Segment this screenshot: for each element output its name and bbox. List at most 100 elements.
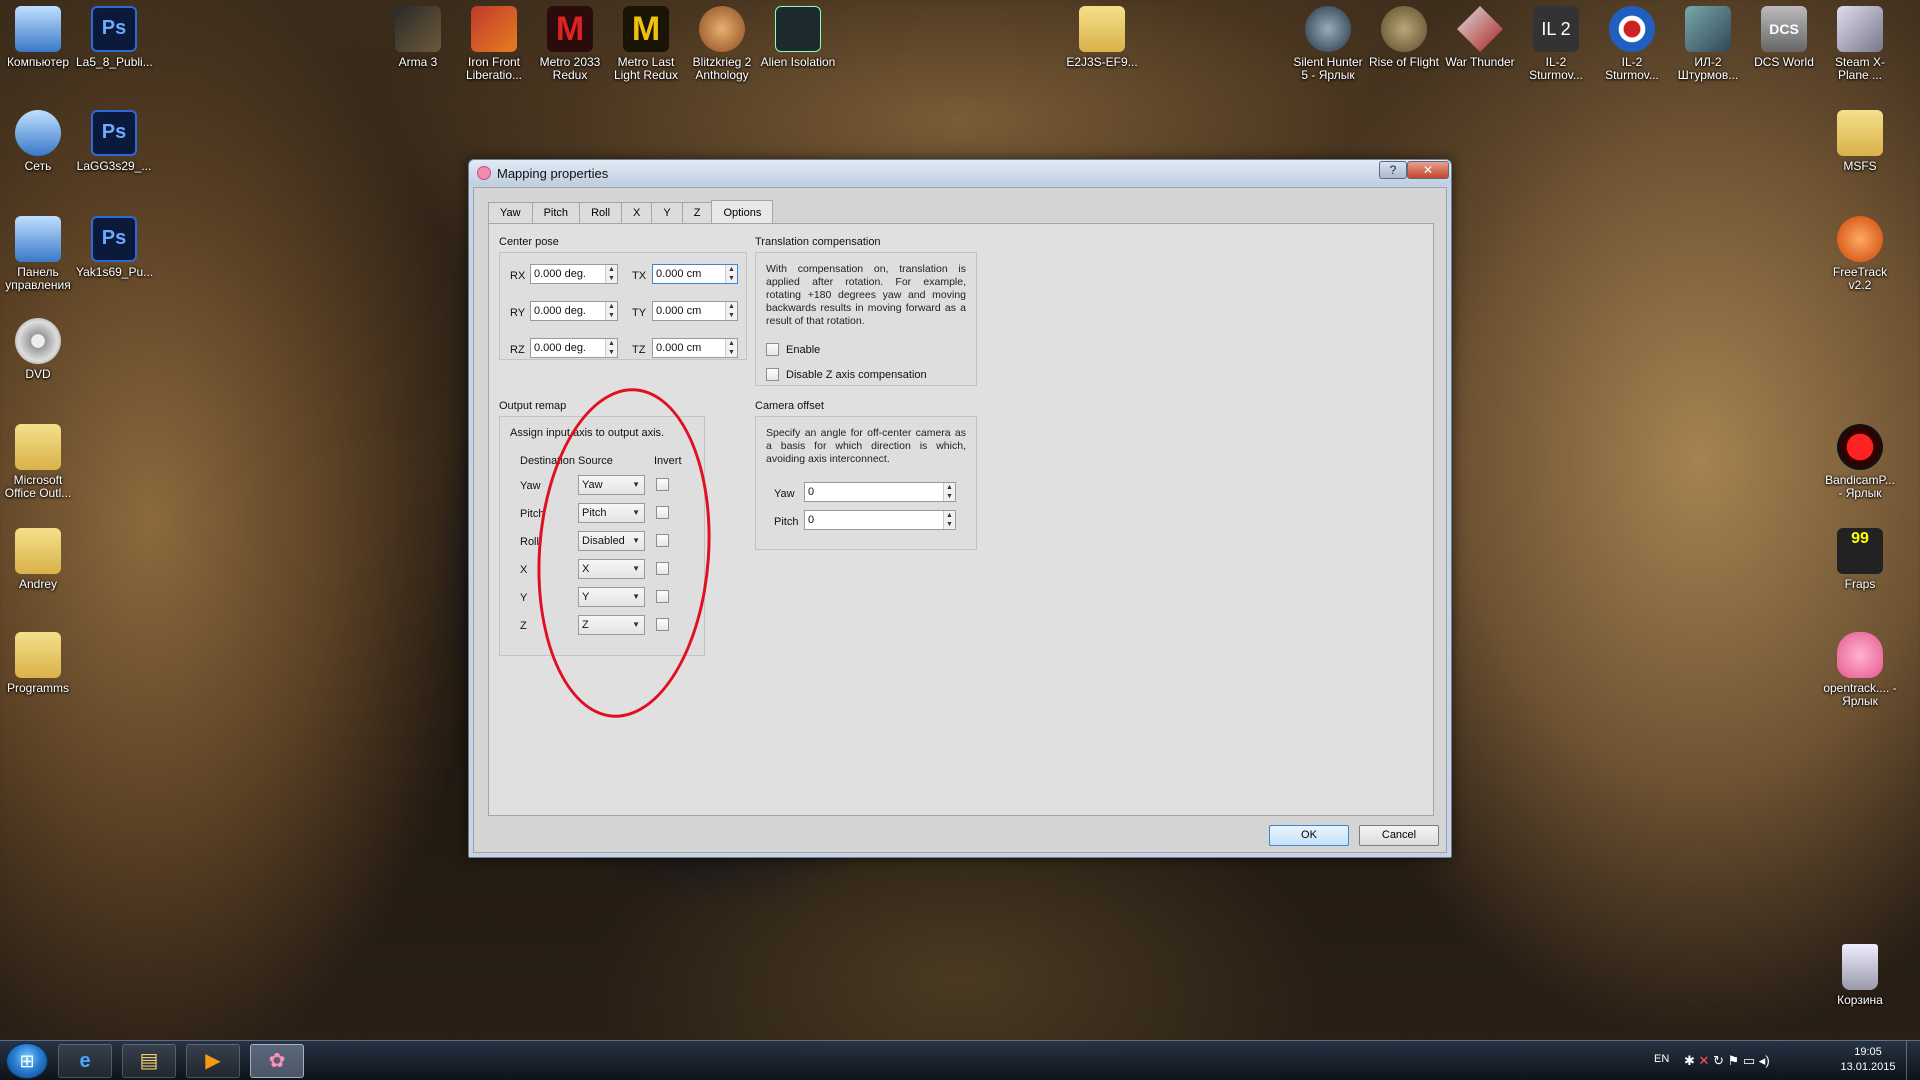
desktop-icon-msfs[interactable]: MSFS [1822, 110, 1898, 173]
desktop-icon-computer[interactable]: Компьютер [0, 6, 76, 69]
show-desktop-button[interactable] [1906, 1041, 1920, 1080]
desktop-icon-war-thunder[interactable]: War Thunder [1442, 6, 1518, 69]
rx-spinbox[interactable]: 0.000 deg. ▲ ▼ [530, 264, 618, 284]
desktop-icon-label: Andrey [18, 577, 58, 591]
desktop-icon-lagg3-psd[interactable]: Ps LaGG3s29_... [76, 110, 152, 173]
spin-arrows-icon[interactable]: ▲ ▼ [943, 511, 955, 529]
volume-icon[interactable]: ◂) [1759, 1053, 1770, 1068]
start-button[interactable]: ⊞ [6, 1043, 48, 1079]
metro-2033-icon: M [547, 6, 593, 52]
tray-icons[interactable]: ✱ ✕ ↻ ⚑ ▭ ◂) [1684, 1053, 1770, 1069]
desktop-icon-e2j3s-folder[interactable]: E2J3S-EF9... [1064, 6, 1140, 69]
clock[interactable]: 19:05 13.01.2015 [1838, 1046, 1898, 1073]
invert-checkbox-pitch[interactable] [656, 506, 669, 519]
desktop-icon-il2-bos[interactable]: IL 2 IL-2 Sturmov... [1518, 6, 1594, 82]
desktop-icon-blitzkrieg[interactable]: Blitzkrieg 2 Anthology [684, 6, 760, 82]
clock-date: 13.01.2015 [1840, 1061, 1896, 1073]
network-tray-icon[interactable]: ▭ [1743, 1053, 1755, 1068]
invert-checkbox-x[interactable] [656, 562, 669, 575]
tx-spinbox[interactable]: 0.000 cm ▲ ▼ [652, 264, 738, 284]
spin-arrows-icon[interactable]: ▲ ▼ [725, 339, 737, 357]
desktop-icon-il2-ru[interactable]: ИЛ-2 Штурмов... [1670, 6, 1746, 82]
desktop-icon-arma3[interactable]: Arma 3 [380, 6, 456, 69]
spin-arrows-icon[interactable]: ▲ ▼ [943, 483, 955, 501]
spin-arrows-icon[interactable]: ▲ ▼ [605, 302, 617, 320]
taskbar-item-media-player[interactable]: ▶ [186, 1044, 240, 1078]
desktop-icon-bandicam[interactable]: BandicamP... - Ярлык [1822, 424, 1898, 500]
ok-button[interactable]: OK [1269, 825, 1349, 846]
flag-icon[interactable]: ⚑ [1728, 1053, 1740, 1068]
taskbar-item-opentrack[interactable]: ✿ [250, 1044, 304, 1078]
desktop-icon-la5-psd[interactable]: Ps La5_8_Publi... [76, 6, 153, 69]
desktop-icon-opentrack[interactable]: opentrack.... - Ярлык [1822, 632, 1898, 708]
source-select-roll[interactable]: Disabled ▼ [578, 531, 645, 551]
ry-value: 0.000 deg. [534, 305, 586, 317]
dialog-titlebar[interactable]: Mapping properties ? ✕ [469, 160, 1451, 186]
spin-arrows-icon[interactable]: ▲ ▼ [605, 265, 617, 283]
update-icon[interactable]: ↻ [1713, 1053, 1724, 1068]
desktop-icon-network[interactable]: Сеть [0, 110, 76, 173]
desktop-icon-alien-isolation[interactable]: Alien Isolation [760, 6, 836, 69]
taskbar-item-explorer[interactable]: ▤ [122, 1044, 176, 1078]
tab-y[interactable]: Y [651, 202, 683, 223]
camera-pitch-label: Pitch [774, 516, 799, 528]
source-select-y[interactable]: Y ▼ [578, 587, 645, 607]
chevron-down-icon: ▼ [632, 508, 640, 517]
bandicam-tray-icon[interactable]: ✕ [1699, 1053, 1710, 1068]
desktop-icon-outlook[interactable]: Microsoft Office Outl... [0, 424, 76, 500]
spin-arrows-icon[interactable]: ▲ ▼ [725, 265, 737, 283]
invert-checkbox-y[interactable] [656, 590, 669, 603]
desktop-icon-freetrack[interactable]: FreeTrack v2.2 [1822, 216, 1898, 292]
desktop-icon-rise-of-flight[interactable]: Rise of Flight [1366, 6, 1442, 69]
invert-checkbox-yaw[interactable] [656, 478, 669, 491]
tz-spinbox[interactable]: 0.000 cm ▲ ▼ [652, 338, 738, 358]
rz-spinbox[interactable]: 0.000 deg. ▲ ▼ [530, 338, 618, 358]
close-button[interactable]: ✕ [1407, 161, 1449, 179]
enable-checkbox[interactable] [766, 343, 779, 356]
desktop-icon-dcs-world[interactable]: DCS DCS World [1746, 6, 1822, 69]
desktop-icon-andrey[interactable]: Andrey [0, 528, 76, 591]
invert-checkbox-roll[interactable] [656, 534, 669, 547]
desktop-icon-programms[interactable]: Programms [0, 632, 76, 695]
desktop-icon-metro-last-light[interactable]: M Metro Last Light Redux [608, 6, 684, 82]
desktop-icon-dvd[interactable]: DVD [0, 318, 76, 381]
rx-label: RX [510, 270, 526, 282]
source-select-z[interactable]: Z ▼ [578, 615, 645, 635]
desktop-icon-label: Fraps [1844, 577, 1876, 591]
source-select-yaw[interactable]: Yaw ▼ [578, 475, 645, 495]
outlook-icon [15, 424, 61, 470]
desktop-icon-silent-hunter[interactable]: Silent Hunter 5 - Ярлык [1290, 6, 1366, 82]
ry-spinbox[interactable]: 0.000 deg. ▲ ▼ [530, 301, 618, 321]
spin-arrows-icon[interactable]: ▲ ▼ [725, 302, 737, 320]
help-button[interactable]: ? [1379, 161, 1407, 179]
desktop-icon-iron-front[interactable]: Iron Front Liberatio... [456, 6, 532, 82]
desktop-icon-metro-2033[interactable]: M Metro 2033 Redux [532, 6, 608, 82]
tab-x[interactable]: X [621, 202, 653, 223]
cancel-button[interactable]: Cancel [1359, 825, 1439, 846]
desktop-icon-recycle-bin[interactable]: Корзина [1822, 944, 1898, 1007]
desktop-icon-yak1-psd[interactable]: Ps Yak1s69_Pu... [76, 216, 153, 279]
spin-arrows-icon[interactable]: ▲ ▼ [605, 339, 617, 357]
desktop-icon-xplane[interactable]: Steam X-Plane ... [1822, 6, 1898, 82]
invert-checkbox-z[interactable] [656, 618, 669, 631]
tab-yaw[interactable]: Yaw [488, 202, 533, 223]
desktop-icon-control-panel[interactable]: Панель управления [0, 216, 76, 292]
desktop-icon-fraps[interactable]: 99 Fraps [1822, 528, 1898, 591]
tab-roll[interactable]: Roll [579, 202, 623, 223]
tab-z[interactable]: Z [681, 202, 713, 223]
antivirus-icon[interactable]: ✱ [1684, 1053, 1695, 1068]
desktop-icon-il2-1946[interactable]: IL-2 Sturmov... [1594, 6, 1670, 82]
tab-options[interactable]: Options [711, 200, 774, 223]
source-select-pitch[interactable]: Pitch ▼ [578, 503, 645, 523]
camera-yaw-spinbox[interactable]: 0 ▲ ▼ [804, 482, 956, 502]
tz-value: 0.000 cm [656, 342, 702, 354]
camera-pitch-spinbox[interactable]: 0 ▲ ▼ [804, 510, 956, 530]
disable-z-checkbox[interactable] [766, 368, 779, 381]
tab-pitch[interactable]: Pitch [531, 202, 581, 223]
ty-label: TY [632, 307, 647, 319]
ty-spinbox[interactable]: 0.000 cm ▲ ▼ [652, 301, 738, 321]
source-select-x[interactable]: X ▼ [578, 559, 645, 579]
desktop-icon-label: BandicamP... - Ярлык [1825, 473, 1895, 500]
language-indicator[interactable]: EN [1654, 1053, 1669, 1065]
taskbar-item-internet-explorer[interactable]: e [58, 1044, 112, 1078]
